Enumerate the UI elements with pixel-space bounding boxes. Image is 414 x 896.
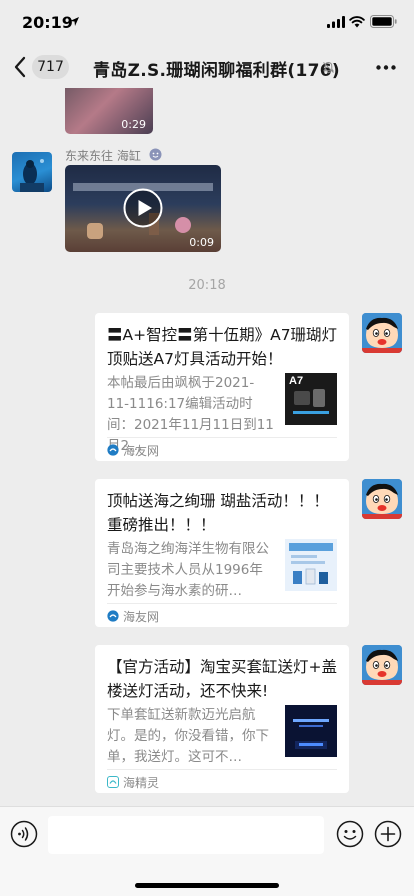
avatar[interactable] (362, 645, 402, 685)
link-title: 〓A+智控〓第十伍期》A7珊瑚灯顶贴送A7灯具活动开始！ (107, 326, 338, 368)
avatar[interactable] (362, 313, 402, 353)
link-title: 【官方活动】淘宝买套缸送灯+盖楼送灯活动，还不快来! (107, 658, 337, 700)
chat-area[interactable]: 0:29 东来东往 海缸 0:09 20:18 〓A+智控〓第十伍期》A7珊瑚灯… (0, 88, 414, 806)
link-description: 青岛海之绚海洋生物有限公司主要技术人员从1996年开始参与海水素的研… (107, 541, 269, 599)
video-message[interactable]: 0:29 (65, 88, 153, 134)
battery-icon (370, 15, 397, 28)
link-source: 海精灵 (123, 776, 160, 790)
sender-name: 东来东往 海缸 (65, 149, 141, 163)
video-message[interactable]: 0:09 (65, 165, 221, 252)
thumbnail-label: A7 (289, 375, 304, 387)
link-thumbnail (285, 705, 337, 757)
link-card[interactable]: 【官方活动】淘宝买套缸送灯+盖楼送灯活动，还不快来! 下单套缸送新款迈光启航灯。… (95, 645, 349, 793)
status-bar: 20:19 (0, 0, 414, 46)
wifi-icon (349, 16, 365, 28)
signal-icon (327, 16, 345, 28)
chat-title: 青岛Z.S.珊瑚闲聊福利群(176) (93, 61, 340, 81)
plus-circle-icon[interactable] (374, 820, 402, 848)
unread-count-badge[interactable]: 717 (32, 55, 69, 79)
play-icon[interactable] (123, 188, 163, 228)
link-card[interactable]: 顶帖送海之绚珊 瑚盐活动！！！ 重磅推出！！！ 青岛海之绚海洋生物有限公司主要技… (95, 479, 349, 627)
smile-badge-icon (149, 148, 162, 161)
link-card[interactable]: 〓A+智控〓第十伍期》A7珊瑚灯顶贴送A7灯具活动开始！ 本帖最后由飒枫于202… (95, 313, 349, 461)
avatar[interactable] (362, 479, 402, 519)
haiyou-logo-icon (107, 610, 119, 622)
input-bar (0, 806, 414, 896)
haiyou-logo-icon (107, 444, 119, 456)
bell-muted-icon (323, 61, 334, 74)
link-description: 下单套缸送新款迈光启航灯。是的，你没看错，你下单，我送灯。这可不… (107, 707, 269, 765)
chat-timestamp: 20:18 (188, 278, 226, 293)
cartoon-avatar (362, 313, 402, 353)
emoji-icon[interactable] (336, 820, 364, 848)
avatar[interactable] (12, 152, 52, 192)
chevron-left-icon[interactable] (13, 55, 27, 79)
status-time: 20:19 (22, 13, 73, 32)
nav-bar: 717 青岛Z.S.珊瑚闲聊福利群(176) (0, 46, 414, 88)
video-duration: 0:29 (121, 118, 146, 131)
location-arrow-icon (70, 17, 79, 26)
message-input[interactable] (48, 816, 324, 854)
diver-photo (20, 159, 44, 192)
link-source: 海友网 (123, 610, 160, 624)
voice-icon[interactable] (10, 820, 38, 848)
home-indicator (135, 883, 279, 888)
cartoon-avatar (362, 645, 402, 685)
video-duration: 0:09 (189, 236, 214, 249)
more-horizontal-icon[interactable] (376, 65, 396, 70)
link-thumbnail: A7 (285, 373, 337, 425)
link-thumbnail (285, 539, 337, 591)
link-source: 海友网 (123, 444, 160, 458)
cartoon-avatar (362, 479, 402, 519)
haijingling-logo-icon (107, 776, 119, 788)
link-title: 顶帖送海之绚珊 瑚盐活动！！！ 重磅推出！！！ (107, 492, 329, 534)
